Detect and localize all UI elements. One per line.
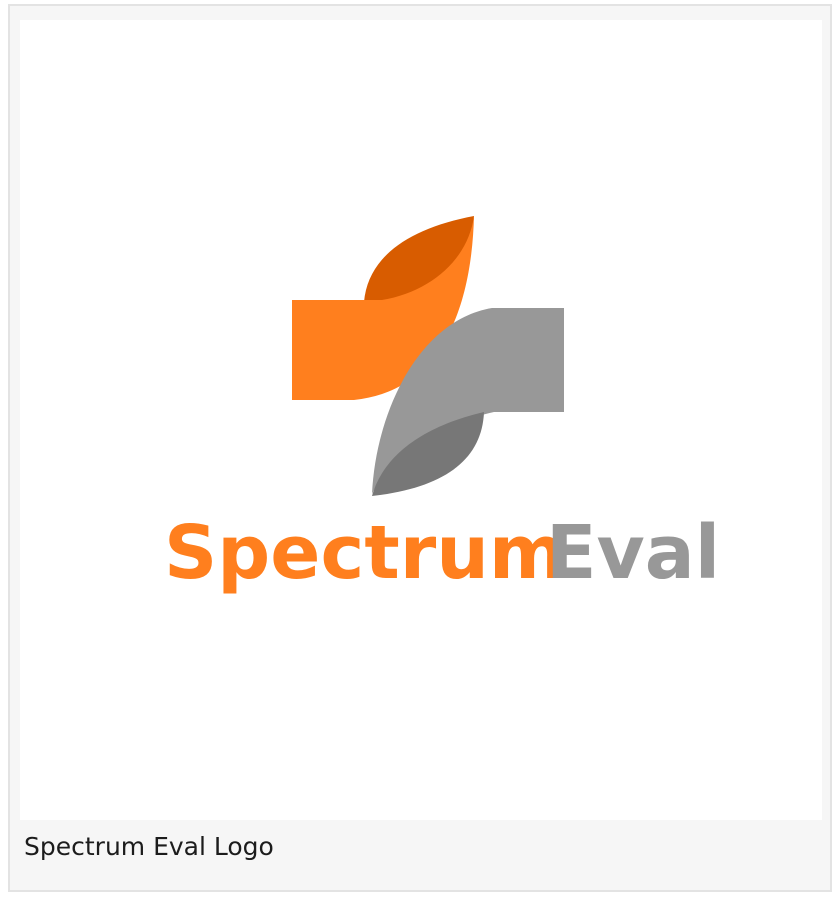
logo-word-eval: Eval xyxy=(546,510,720,596)
image-caption: Spectrum Eval Logo xyxy=(24,832,274,861)
logo-image: Spectrum Eval xyxy=(20,20,822,820)
spectrum-eval-logo-graphic: Spectrum Eval xyxy=(164,216,720,596)
logo-card: Spectrum Eval Spectrum Eval Logo xyxy=(8,4,832,892)
logo-word-spectrum: Spectrum xyxy=(164,510,566,596)
